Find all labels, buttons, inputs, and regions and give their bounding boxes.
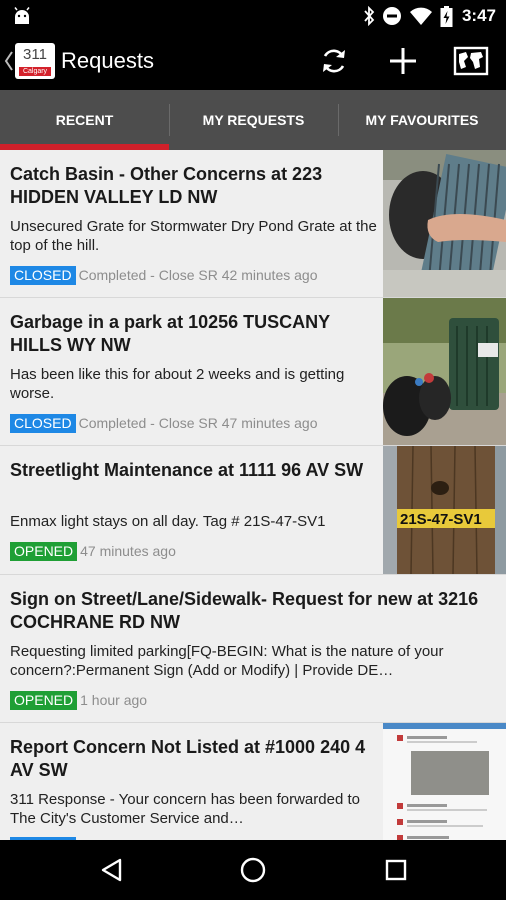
- do-not-disturb-icon: [382, 7, 401, 25]
- map-icon: [453, 46, 489, 76]
- navigation-bar: [0, 840, 506, 900]
- battery-icon: [440, 5, 453, 27]
- request-description: Enmax light stays on all day. Tag # 21S-…: [10, 513, 326, 530]
- recents-icon: [385, 859, 407, 881]
- request-status-line: OPENED 47 minutes ago: [10, 541, 176, 561]
- status-bar: 3:47: [0, 0, 506, 32]
- status-badge: CLOSED: [10, 413, 76, 433]
- request-title: Streetlight Maintenance at 1111 96 AV SW: [10, 460, 364, 480]
- logo-number: 311: [23, 46, 47, 63]
- home-button[interactable]: [235, 852, 271, 888]
- request-item[interactable]: Report Concern Not Listed at #1000 240 4…: [0, 723, 506, 840]
- garbage-bin-photo[interactable]: [383, 298, 506, 445]
- storm-grate-photo[interactable]: [383, 150, 506, 297]
- refresh-button[interactable]: [314, 41, 354, 81]
- android-icon: [14, 7, 30, 24]
- streetlight-pole-photo[interactable]: 21S-47-SV1: [383, 446, 506, 574]
- status-badge: CLOSED: [10, 265, 76, 285]
- request-item[interactable]: Catch Basin - Other Concerns at 223 HIDD…: [0, 150, 506, 298]
- request-title: Catch Basin - Other Concerns at 223 HIDD…: [10, 164, 323, 207]
- tab-recent[interactable]: RECENT: [0, 90, 169, 150]
- refresh-icon: [323, 49, 345, 73]
- request-item[interactable]: Sign on Street/Lane/Sidewalk- Request fo…: [0, 575, 506, 723]
- add-request-button[interactable]: [383, 41, 423, 81]
- status-text: 47 minutes ago: [80, 543, 176, 559]
- map-button[interactable]: [451, 41, 491, 81]
- request-title: Report Concern Not Listed at #1000 240 4…: [10, 737, 366, 780]
- status-badge: OPENED: [10, 690, 78, 710]
- request-item[interactable]: Garbage in a park at 10256 TUSCANY HILLS…: [0, 298, 506, 446]
- back-button[interactable]: [94, 852, 130, 888]
- app-logo[interactable]: 311 Calgary: [15, 43, 55, 79]
- request-description: Unsecured Grate for Stormwater Dry Pond …: [10, 218, 377, 254]
- home-icon: [240, 857, 266, 883]
- bluetooth-icon: [364, 6, 375, 26]
- status-badge: OPENED: [10, 541, 78, 561]
- app-bar: 311 Calgary Requests: [0, 32, 506, 90]
- back-chevron-icon[interactable]: [4, 50, 14, 72]
- status-text: 1 hour ago: [80, 692, 148, 708]
- screenshot-photo[interactable]: [383, 723, 506, 840]
- request-status-line: OPENED 1 hour ago: [10, 690, 147, 710]
- tab-my-favourites[interactable]: MY FAVOURITES: [338, 90, 506, 150]
- logo-tag: Calgary: [19, 67, 51, 76]
- request-title: Sign on Street/Lane/Sidewalk- Request fo…: [10, 589, 479, 632]
- request-title: Garbage in a park at 10256 TUSCANY HILLS…: [10, 312, 330, 355]
- request-item[interactable]: Streetlight Maintenance at 1111 96 AV SW…: [0, 446, 506, 575]
- request-description: Has been like this for about 2 weeks and…: [10, 366, 345, 402]
- clock: 3:47: [461, 6, 496, 25]
- wifi-icon: [409, 7, 432, 25]
- tab-my-requests[interactable]: MY REQUESTS: [169, 90, 338, 150]
- status-text: Completed - Close SR 47 minutes ago: [78, 415, 318, 431]
- pole-tag: 21S-47-SV1: [400, 511, 482, 528]
- request-list[interactable]: Catch Basin - Other Concerns at 223 HIDD…: [0, 150, 506, 840]
- request-description: Requesting limited parking[FQ-BEGIN: Wha…: [10, 643, 444, 679]
- recents-button[interactable]: [378, 852, 414, 888]
- request-description: 311 Response - Your concern has been for…: [10, 791, 360, 827]
- add-icon: [390, 48, 416, 74]
- request-status-line: CLOSED Completed - Close SR 47 minutes a…: [10, 413, 317, 433]
- tab-bar: RECENT MY REQUESTS MY FAVOURITES: [0, 90, 506, 150]
- back-icon: [101, 858, 122, 882]
- status-text: Completed - Close SR 42 minutes ago: [78, 267, 318, 283]
- page-title: Requests: [61, 48, 154, 73]
- request-status-line: CLOSED Completed - Close SR 42 minutes a…: [10, 265, 317, 285]
